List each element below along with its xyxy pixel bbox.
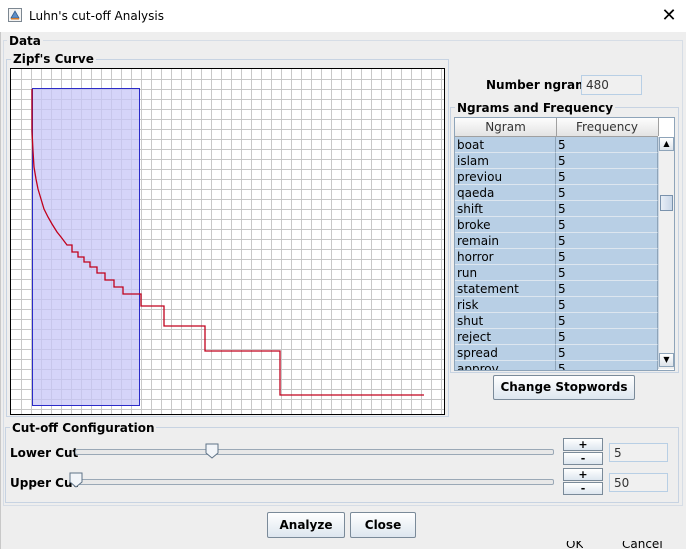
table-row[interactable]: run 5 (455, 265, 658, 281)
analyze-button[interactable]: Analyze (267, 512, 345, 538)
java-app-icon (8, 8, 22, 22)
number-ngrams-field: 480 (581, 75, 642, 95)
data-panel-legend: Data (7, 34, 43, 48)
ngram-cell: statement (455, 281, 556, 297)
frequency-cell: 5 (556, 169, 658, 185)
frequency-cell: 5 (556, 329, 658, 345)
scroll-up-icon[interactable]: ▲ (659, 137, 674, 151)
lower-cut-value-field: 5 (609, 443, 668, 462)
ngram-cell: approv (455, 361, 556, 370)
ngram-cell: boat (455, 137, 556, 153)
close-button[interactable]: Close (350, 512, 416, 538)
ngram-cell: reject (455, 329, 556, 345)
table-row[interactable]: risk 5 (455, 297, 658, 313)
ngram-cell: qaeda (455, 185, 556, 201)
frequency-cell: 5 (556, 217, 658, 233)
ngram-cell: shut (455, 313, 556, 329)
ngram-cell: run (455, 265, 556, 281)
change-stopwords-button[interactable]: Change Stopwords (493, 375, 635, 400)
frequency-cell: 5 (556, 185, 658, 201)
scroll-down-icon[interactable]: ▼ (659, 353, 674, 367)
frequency-cell: 5 (556, 201, 658, 217)
table-row[interactable]: spread 5 (455, 345, 658, 361)
frequency-cell: 5 (556, 265, 658, 281)
ngrams-panel-legend: Ngrams and Frequency (455, 101, 616, 115)
window-title: Luhn's cut-off Analysis (29, 9, 164, 23)
table-row[interactable]: remain 5 (455, 233, 658, 249)
frequency-cell: 5 (556, 249, 658, 265)
background-ok-button: OK (566, 541, 584, 549)
upper-cut-slider-thumb[interactable] (69, 472, 83, 488)
ngram-cell: broke (455, 217, 556, 233)
column-header-frequency[interactable]: Frequency (556, 118, 659, 136)
ngram-cell: horror (455, 249, 556, 265)
table-row[interactable]: approv 5 (455, 361, 658, 370)
frequency-cell: 5 (556, 297, 658, 313)
scroll-thumb[interactable] (660, 195, 673, 211)
table-row[interactable]: shift 5 (455, 201, 658, 217)
zipf-curve-canvas (11, 69, 444, 414)
frequency-cell: 5 (556, 153, 658, 169)
upper-cut-label: Upper Cut (10, 476, 79, 490)
table-row[interactable]: broke 5 (455, 217, 658, 233)
ngram-table[interactable]: Ngram Frequency boat 5 islam 5 previou 5 qaeda… (454, 117, 675, 371)
table-scrollbar[interactable]: ▲ ▼ (658, 137, 674, 369)
ngram-cell: shift (455, 201, 556, 217)
zipf-curve-plot[interactable] (10, 68, 445, 415)
table-row[interactable]: qaeda 5 (455, 185, 658, 201)
upper-cut-track[interactable] (75, 479, 554, 485)
window-edge (686, 32, 690, 549)
upper-cut-increment-button[interactable]: + (563, 468, 603, 481)
frequency-cell: 5 (556, 281, 658, 297)
ngram-cell: islam (455, 153, 556, 169)
frequency-cell: 5 (556, 137, 658, 153)
lower-cut-label: Lower Cut (10, 446, 79, 460)
lower-cut-decrement-button[interactable]: - (563, 452, 603, 465)
upper-cut-decrement-button[interactable]: - (563, 482, 603, 495)
cutoff-selection-region (32, 88, 140, 406)
frequency-cell: 5 (556, 345, 658, 361)
lower-cut-increment-button[interactable]: + (563, 438, 603, 451)
lower-cut-track[interactable] (75, 449, 554, 455)
close-icon[interactable]: ✕ (652, 5, 686, 27)
frequency-cell: 5 (556, 361, 658, 370)
table-header: Ngram Frequency (455, 118, 659, 137)
zipf-panel-legend: Zipf's Curve (11, 52, 96, 66)
ngram-cell: previou (455, 169, 556, 185)
background-cancel-button: Cancel (622, 541, 663, 549)
frequency-cell: 5 (556, 233, 658, 249)
table-row[interactable]: reject 5 (455, 329, 658, 345)
ngram-cell: spread (455, 345, 556, 361)
column-header-ngram[interactable]: Ngram (455, 118, 557, 136)
frequency-cell: 5 (556, 313, 658, 329)
table-row[interactable]: boat 5 (455, 137, 658, 153)
cutoff-panel-legend: Cut-off Configuration (10, 421, 157, 435)
upper-cut-value-field: 50 (609, 473, 668, 492)
table-row[interactable]: statement 5 (455, 281, 658, 297)
ngram-cell: risk (455, 297, 556, 313)
title-bar: Luhn's cut-off Analysis ✕ (0, 0, 690, 32)
ngram-cell: remain (455, 233, 556, 249)
table-row[interactable]: previou 5 (455, 169, 658, 185)
table-row[interactable]: islam 5 (455, 153, 658, 169)
lower-cut-slider-thumb[interactable] (205, 443, 219, 459)
table-row[interactable]: horror 5 (455, 249, 658, 265)
number-ngrams-label: Number ngrams (486, 78, 595, 92)
table-row[interactable]: shut 5 (455, 313, 658, 329)
